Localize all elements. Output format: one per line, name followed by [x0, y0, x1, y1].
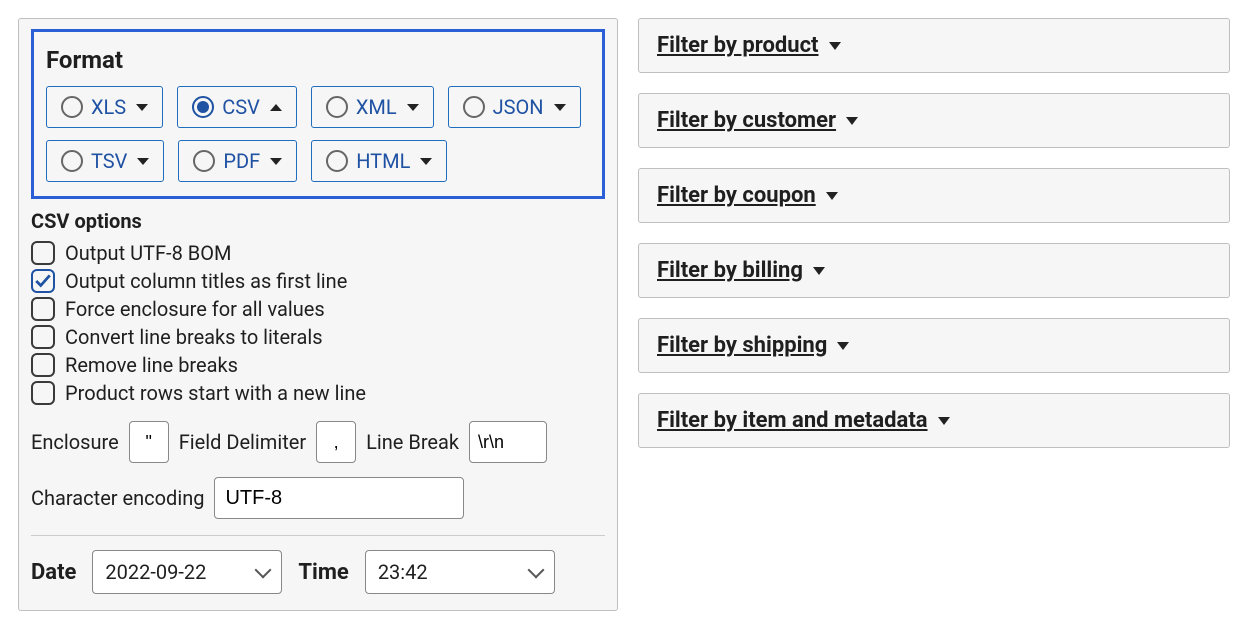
chevron-down-icon	[938, 417, 950, 425]
csv-option-label: Force enclosure for all values	[65, 297, 325, 321]
export-settings-panel: Format XLS CSV XML	[18, 18, 618, 611]
chevron-down-icon	[813, 267, 825, 275]
chevron-down-icon	[137, 158, 149, 165]
filter-panel-shipping[interactable]: Filter by shipping	[638, 318, 1230, 373]
radio-icon	[193, 150, 215, 172]
csv-option-force-enclosure[interactable]: Force enclosure for all values	[31, 295, 605, 323]
radio-icon	[61, 96, 83, 118]
format-option-label: XML	[356, 95, 397, 119]
linebreak-input[interactable]	[469, 421, 547, 463]
format-option-label: JSON	[493, 95, 544, 119]
chevron-down-icon	[407, 104, 419, 111]
csv-option-label: Output UTF-8 BOM	[65, 241, 231, 265]
checkbox-icon	[31, 325, 55, 349]
checkbox-icon	[31, 269, 55, 293]
delimiter-input[interactable]	[316, 421, 356, 463]
chevron-down-icon	[846, 117, 858, 125]
radio-icon	[326, 96, 348, 118]
format-option-csv[interactable]: CSV	[177, 86, 297, 128]
date-select[interactable]: 2022-09-22	[92, 550, 282, 594]
radio-icon	[192, 96, 214, 118]
chevron-up-icon	[270, 104, 282, 111]
csv-field-row-2: Character encoding	[31, 477, 605, 519]
csv-option-product-rows-newline[interactable]: Product rows start with a new line	[31, 379, 605, 407]
delimiter-label: Field Delimiter	[179, 430, 306, 454]
format-row-1: XLS CSV XML JSON	[46, 86, 590, 128]
filter-label: Filter by customer	[657, 108, 836, 133]
csv-option-label: Product rows start with a new line	[65, 381, 366, 405]
encoding-input[interactable]	[214, 477, 464, 519]
format-option-xls[interactable]: XLS	[46, 86, 163, 128]
date-label: Date	[31, 560, 76, 585]
time-label: Time	[298, 560, 348, 585]
chevron-down-icon	[837, 342, 849, 350]
filter-panel-customer[interactable]: Filter by customer	[638, 93, 1230, 148]
filter-label: Filter by item and metadata	[657, 408, 928, 433]
filter-label: Filter by shipping	[657, 333, 827, 358]
encoding-label: Character encoding	[31, 486, 204, 510]
chevron-down-icon	[255, 562, 272, 579]
format-title: Format	[46, 46, 590, 74]
format-row-2: TSV PDF HTML	[46, 140, 590, 182]
radio-icon	[61, 150, 83, 172]
checkbox-icon	[31, 297, 55, 321]
csv-options-title: CSV options	[31, 209, 605, 233]
format-option-pdf[interactable]: PDF	[178, 140, 297, 182]
format-option-label: XLS	[91, 95, 126, 119]
format-option-label: CSV	[222, 95, 260, 119]
format-option-xml[interactable]: XML	[311, 86, 434, 128]
chevron-down-icon	[136, 104, 148, 111]
time-value: 23:42	[378, 560, 428, 584]
csv-option-column-titles[interactable]: Output column titles as first line	[31, 267, 605, 295]
csv-option-label: Remove line breaks	[65, 353, 238, 377]
time-select[interactable]: 23:42	[365, 550, 555, 594]
chevron-down-icon	[270, 158, 282, 165]
format-option-label: HTML	[356, 149, 410, 173]
filter-panel-billing[interactable]: Filter by billing	[638, 243, 1230, 298]
radio-icon	[326, 150, 348, 172]
filter-panel-column: Filter by product Filter by customer Fil…	[638, 18, 1230, 448]
enclosure-label: Enclosure	[31, 430, 119, 454]
csv-option-label: Convert line breaks to literals	[65, 325, 323, 349]
format-section: Format XLS CSV XML	[31, 29, 605, 199]
csv-option-remove-breaks[interactable]: Remove line breaks	[31, 351, 605, 379]
checkbox-icon	[31, 241, 55, 265]
radio-icon	[463, 96, 485, 118]
enclosure-input[interactable]	[129, 421, 169, 463]
csv-option-utf8bom[interactable]: Output UTF-8 BOM	[31, 239, 605, 267]
filter-panel-item-metadata[interactable]: Filter by item and metadata	[638, 393, 1230, 448]
checkbox-icon	[31, 381, 55, 405]
format-option-label: TSV	[91, 149, 127, 173]
chevron-down-icon	[826, 192, 838, 200]
chevron-down-icon	[829, 42, 841, 50]
format-option-label: PDF	[223, 149, 260, 173]
format-option-json[interactable]: JSON	[448, 86, 581, 128]
filter-label: Filter by product	[657, 33, 819, 58]
divider	[31, 535, 605, 536]
csv-option-convert-breaks[interactable]: Convert line breaks to literals	[31, 323, 605, 351]
checkbox-icon	[31, 353, 55, 377]
chevron-down-icon	[554, 104, 566, 111]
csv-field-row-1: Enclosure Field Delimiter Line Break	[31, 421, 605, 463]
csv-option-label: Output column titles as first line	[65, 269, 347, 293]
date-value: 2022-09-22	[105, 560, 206, 584]
filter-panel-product[interactable]: Filter by product	[638, 18, 1230, 73]
format-option-tsv[interactable]: TSV	[46, 140, 164, 182]
chevron-down-icon	[420, 158, 432, 165]
linebreak-label: Line Break	[366, 430, 459, 454]
filter-label: Filter by coupon	[657, 183, 816, 208]
format-option-html[interactable]: HTML	[311, 140, 447, 182]
chevron-down-icon	[527, 562, 544, 579]
filter-panel-coupon[interactable]: Filter by coupon	[638, 168, 1230, 223]
filter-label: Filter by billing	[657, 258, 803, 283]
schedule-row: Date 2022-09-22 Time 23:42	[31, 550, 605, 594]
